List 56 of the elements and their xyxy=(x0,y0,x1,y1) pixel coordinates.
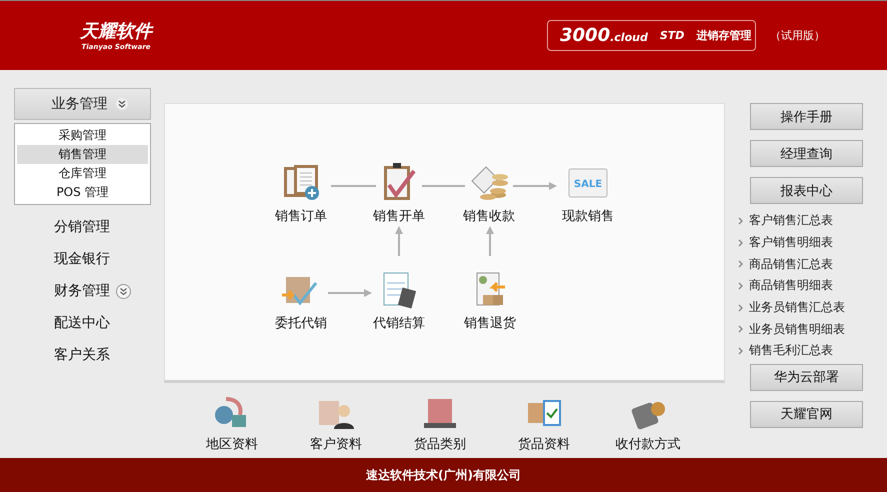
trial-label: （试用版） xyxy=(770,28,825,43)
arrow xyxy=(395,226,403,256)
report-link[interactable]: 商品销售明细表 xyxy=(749,277,833,294)
shortcut-label[interactable]: 客户资料 xyxy=(310,435,362,453)
connector-line xyxy=(422,185,465,187)
sidebar-item[interactable]: 配送中心 xyxy=(54,314,110,332)
chevron-icon xyxy=(116,98,128,110)
shortcut-label[interactable]: 收付款方式 xyxy=(616,435,680,453)
sidebar-item[interactable]: 分销管理 xyxy=(54,218,110,236)
chevron-icon xyxy=(738,216,743,225)
flow-node-label[interactable]: 委托代销 xyxy=(261,316,341,332)
submenu-item[interactable]: 仓库管理 xyxy=(17,164,148,183)
arrow xyxy=(513,182,557,190)
flow-node-label[interactable]: 销售收款 xyxy=(449,209,529,225)
report-link[interactable]: 商品销售汇总表 xyxy=(749,256,833,273)
shortcut-label[interactable]: 货品类别 xyxy=(414,435,466,453)
flow-node-label[interactable]: 销售订单 xyxy=(261,209,341,225)
chevron-icon xyxy=(738,260,743,268)
flow-node-label[interactable]: 销售退货 xyxy=(450,316,530,332)
sidebar-group-button[interactable]: 业务管理 xyxy=(14,88,151,120)
logo-text: 天耀软件 xyxy=(80,20,152,42)
expand-icon[interactable] xyxy=(116,284,131,298)
menu-button[interactable]: 经理查询 xyxy=(750,140,863,167)
report-link[interactable]: 客户销售明细表 xyxy=(749,234,833,252)
report-link[interactable]: 业务员销售明细表 xyxy=(749,320,845,338)
chevron-icon xyxy=(738,304,743,312)
chevron-icon xyxy=(738,346,743,355)
sidebar-item[interactable]: 现金银行 xyxy=(54,250,110,268)
report-link[interactable]: 业务员销售汇总表 xyxy=(749,299,845,316)
edition-label: STD xyxy=(660,29,684,42)
arrow xyxy=(486,226,494,256)
sale-label: SALE xyxy=(572,179,604,191)
menu-button[interactable]: 操作手册 xyxy=(750,103,863,130)
company-name: 速达软件技术(广州)有限公司 xyxy=(366,466,521,484)
submenu-item[interactable]: 销售管理 xyxy=(17,145,148,164)
submenu-item[interactable]: POS 管理 xyxy=(17,183,148,202)
shortcut-label[interactable]: 地区资料 xyxy=(206,435,258,453)
shortcut-label[interactable]: 货品资料 xyxy=(518,435,570,453)
connector-line xyxy=(331,185,376,187)
sidebar-item[interactable]: 财务管理 xyxy=(54,282,110,300)
arrow xyxy=(328,289,372,297)
report-link[interactable]: 客户销售汇总表 xyxy=(749,212,833,230)
menu-button[interactable]: 天耀官网 xyxy=(750,400,863,428)
chevron-icon xyxy=(738,282,743,290)
report-link[interactable]: 销售毛利汇总表 xyxy=(749,342,833,360)
menu-button[interactable]: 报表中心 xyxy=(750,177,863,204)
product-name: 进销存管理 xyxy=(696,28,752,43)
flow-node-label[interactable]: 销售开单 xyxy=(359,209,439,225)
flow-node-label[interactable]: 代销结算 xyxy=(359,316,439,332)
sidebar-item[interactable]: 客户关系 xyxy=(54,346,110,364)
chevron-icon xyxy=(738,238,743,247)
product-version: 3000.cloud xyxy=(560,25,648,46)
chevron-icon xyxy=(738,325,743,334)
flow-node-label[interactable]: 现款销售 xyxy=(548,209,628,225)
submenu-item[interactable]: 采购管理 xyxy=(17,126,148,145)
menu-button[interactable]: 华为云部署 xyxy=(750,364,863,391)
